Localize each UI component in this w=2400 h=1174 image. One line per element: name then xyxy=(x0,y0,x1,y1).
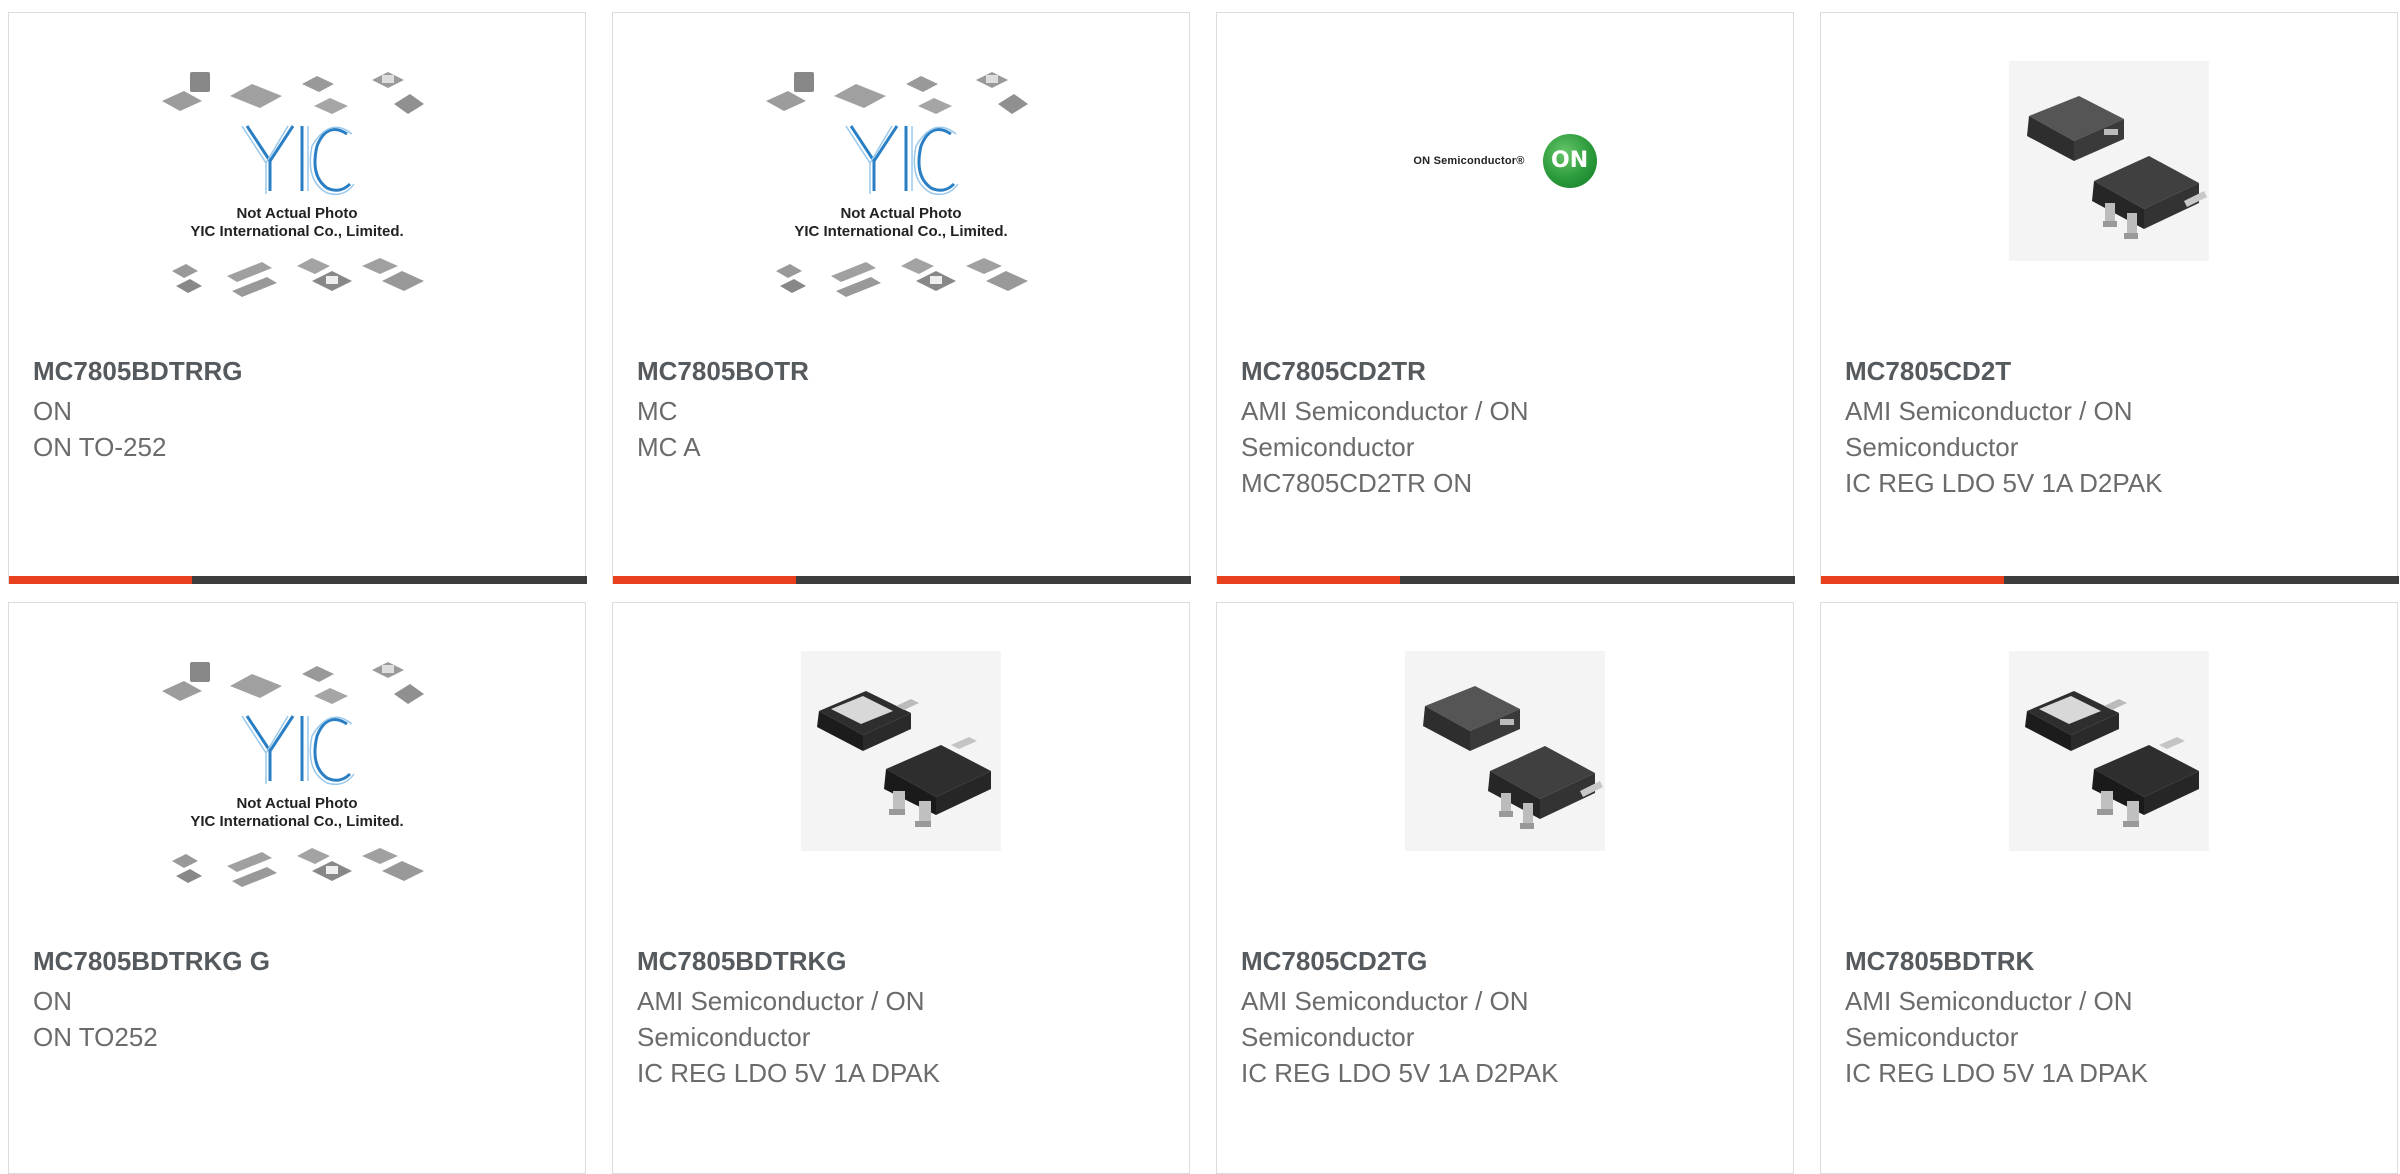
manufacturer-cont: Semiconductor xyxy=(1845,1022,2019,1052)
product-image-dpak-chip[interactable] xyxy=(1821,603,2397,948)
description: MC7805CD2TR ON xyxy=(1241,468,1473,498)
onsemi-logo-icon: ON Semiconductor® ON xyxy=(1413,133,1597,188)
description: IC REG LDO 5V 1A DPAK xyxy=(1845,1058,2148,1088)
manufacturer: AMI Semiconductor / ON xyxy=(1241,396,1529,426)
yic-placeholder-icon: Not Actual Photo YIC International Co., … xyxy=(766,71,1028,297)
card-bottom-bar xyxy=(1217,576,1795,584)
product-image-dpak-chip[interactable] xyxy=(613,603,1189,948)
description: MC A xyxy=(637,432,701,462)
part-number[interactable]: MC7805CD2TG xyxy=(1241,946,1427,977)
svg-text:Not Actual Photo: Not Actual Photo xyxy=(236,205,357,222)
card-bottom-bar xyxy=(9,576,587,584)
part-number[interactable]: MC7805BOTR xyxy=(637,356,809,387)
d2pak-chip-icon xyxy=(2009,60,2209,261)
product-card[interactable]: MC7805CD2T AMI Semiconductor / ON Semico… xyxy=(1820,12,2399,584)
product-image-yic-placeholder[interactable]: Not Actual Photo YIC International Co., … xyxy=(9,13,585,358)
product-image-d2pak-chip[interactable] xyxy=(1821,13,2397,358)
product-card[interactable]: Not Actual Photo YIC International Co., … xyxy=(8,12,587,584)
yic-placeholder-icon: Not Actual Photo YIC International Co., … xyxy=(162,71,424,297)
product-card[interactable]: MC7805BDTRK AMI Semiconductor / ON Semic… xyxy=(1820,602,2398,1174)
svg-text:YIC International Co., Limited: YIC International Co., Limited. xyxy=(190,223,403,240)
product-image-d2pak-chip[interactable] xyxy=(1217,603,1793,948)
manufacturer: AMI Semiconductor / ON xyxy=(1241,986,1529,1016)
part-number[interactable]: MC7805BDTRRG xyxy=(33,356,243,387)
dpak-chip-icon xyxy=(801,650,1001,851)
svg-text:Not Actual Photo: Not Actual Photo xyxy=(840,205,961,222)
product-card[interactable]: ON Semiconductor® ON MC7805CD2TR AMI Sem… xyxy=(1216,12,1795,584)
part-number[interactable]: MC7805BDTRK xyxy=(1845,946,2034,977)
part-number[interactable]: MC7805BDTRKG xyxy=(637,946,847,977)
part-number[interactable]: MC7805CD2TR xyxy=(1241,356,1426,387)
description: IC REG LDO 5V 1A D2PAK xyxy=(1845,468,2163,498)
description: ON TO-252 xyxy=(33,432,167,462)
part-number[interactable]: MC7805BDTRKG G xyxy=(33,946,270,977)
manufacturer: ON xyxy=(33,396,72,426)
manufacturer: AMI Semiconductor / ON xyxy=(637,986,925,1016)
manufacturer-cont: Semiconductor xyxy=(1241,1022,1415,1052)
manufacturer-cont: Semiconductor xyxy=(1845,432,2019,462)
card-bottom-bar xyxy=(613,576,1191,584)
product-image-onsemi-logo[interactable]: ON Semiconductor® ON xyxy=(1217,13,1793,358)
product-image-yic-placeholder[interactable]: Not Actual Photo YIC International Co., … xyxy=(613,13,1189,358)
manufacturer-cont: Semiconductor xyxy=(1241,432,1415,462)
description: IC REG LDO 5V 1A D2PAK xyxy=(1241,1058,1559,1088)
product-card[interactable]: MC7805BDTRKG AMI Semiconductor / ON Semi… xyxy=(612,602,1190,1174)
part-number[interactable]: MC7805CD2T xyxy=(1845,356,2011,387)
manufacturer-cont: Semiconductor xyxy=(637,1022,811,1052)
product-card[interactable]: Not Actual Photo YIC International Co., … xyxy=(8,602,586,1174)
svg-text:Not Actual Photo: Not Actual Photo xyxy=(236,795,357,812)
svg-text:YIC International Co., Limited: YIC International Co., Limited. xyxy=(190,813,403,830)
card-bottom-bar xyxy=(1821,576,2399,584)
manufacturer: MC xyxy=(637,396,678,426)
manufacturer: ON xyxy=(33,986,72,1016)
dpak-chip-icon xyxy=(2009,650,2209,851)
manufacturer: AMI Semiconductor / ON xyxy=(1845,396,2133,426)
description: ON TO252 xyxy=(33,1022,158,1052)
d2pak-chip-icon xyxy=(1405,650,1605,851)
product-card[interactable]: MC7805CD2TG AMI Semiconductor / ON Semic… xyxy=(1216,602,1794,1174)
manufacturer: AMI Semiconductor / ON xyxy=(1845,986,2133,1016)
product-card[interactable]: Not Actual Photo YIC International Co., … xyxy=(612,12,1191,584)
yic-placeholder-icon: Not Actual Photo YIC International Co., … xyxy=(162,661,424,887)
svg-text:YIC International Co., Limited: YIC International Co., Limited. xyxy=(794,223,1007,240)
product-image-yic-placeholder[interactable]: Not Actual Photo YIC International Co., … xyxy=(9,603,585,948)
description: IC REG LDO 5V 1A DPAK xyxy=(637,1058,940,1088)
